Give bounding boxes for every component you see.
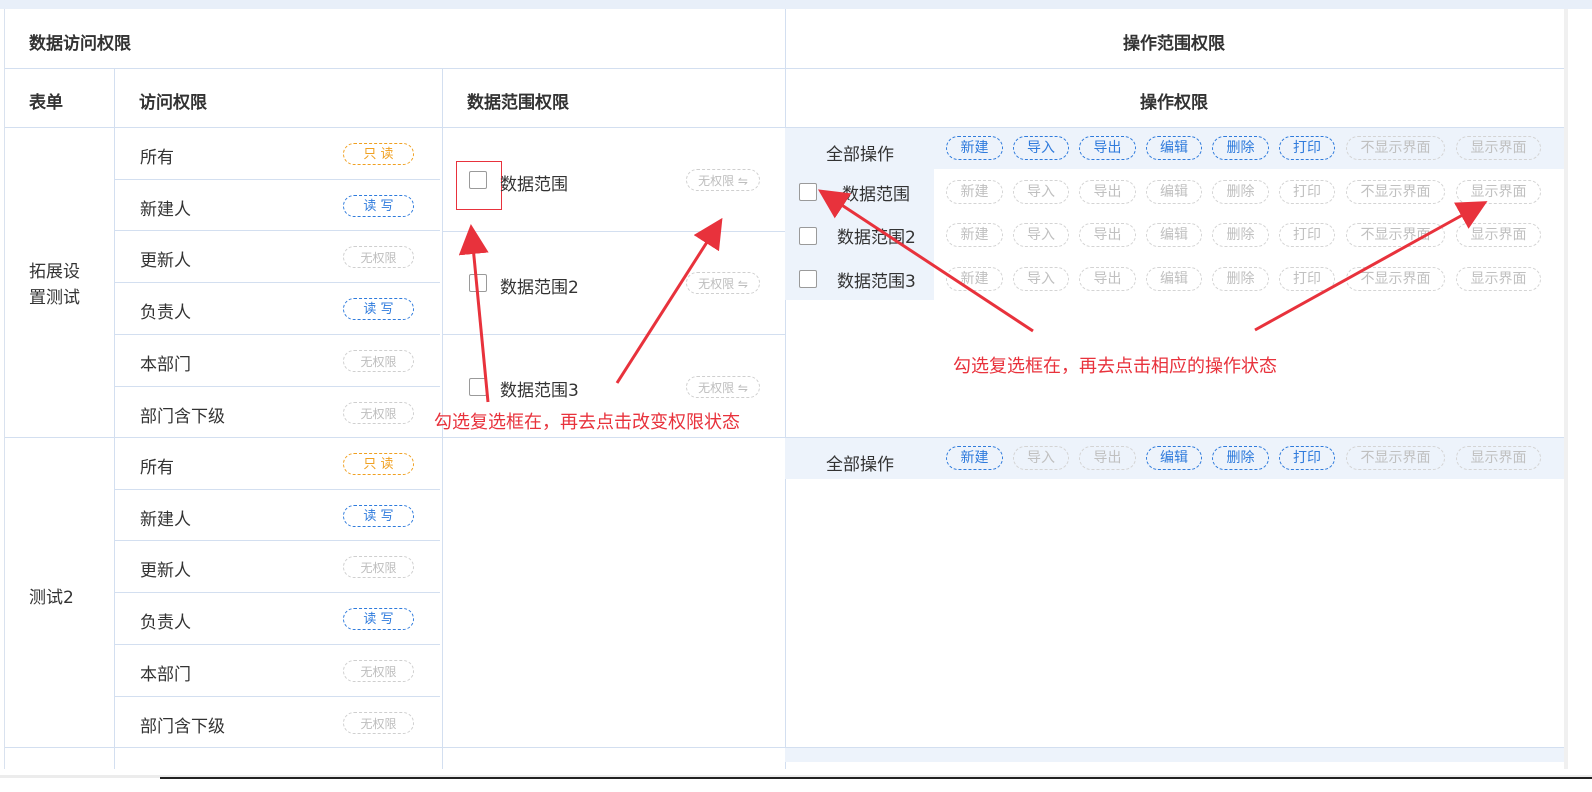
annotation-left: 勾选复选框在，再去点击改变权限状态 [434,412,740,433]
annotation-arrows [458,189,1488,403]
annotation-right: 勾选复选框在，再去点击相应的操作状态 [953,356,1277,377]
